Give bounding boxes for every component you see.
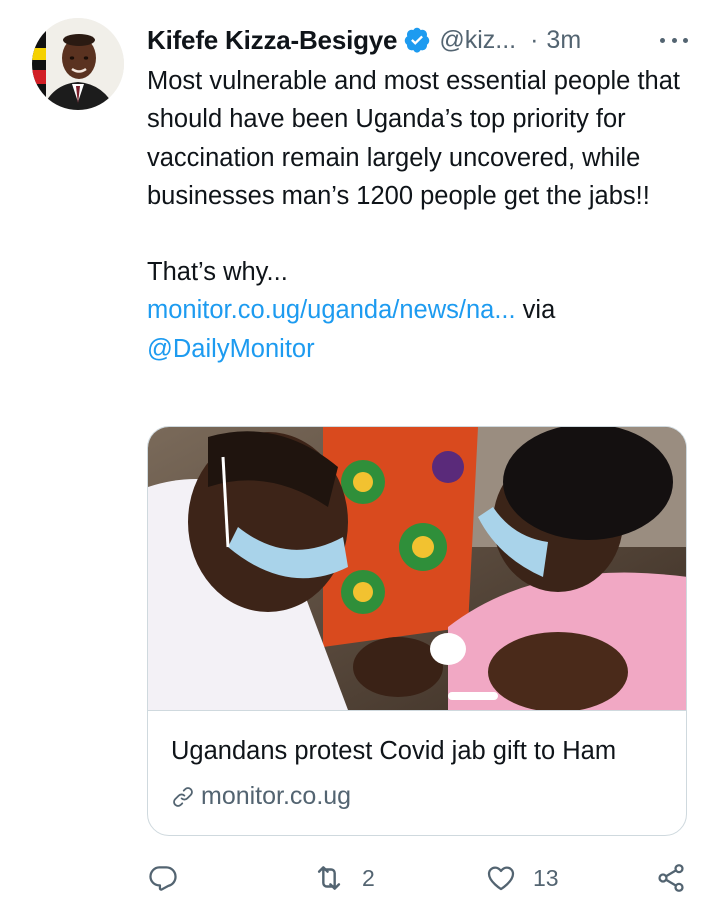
via-text: via (515, 296, 556, 325)
like-button[interactable]: 13 (485, 858, 559, 898)
card-domain-text: monitor.co.ug (201, 782, 352, 810)
verified-badge-icon (403, 26, 431, 54)
link-icon (173, 786, 193, 807)
reply-button[interactable] (147, 858, 195, 898)
timestamp[interactable]: 3m (546, 26, 581, 55)
share-button[interactable] (655, 858, 687, 898)
tweet[interactable]: Kifefe Kizza-Besigye @kiz... · 3m Most v… (0, 0, 720, 915)
tweet-header: Kifefe Kizza-Besigye @kiz... · 3m (147, 22, 692, 58)
retweet-button[interactable]: 2 (312, 858, 375, 898)
tweet-link-line: monitor.co.ug/uganda/news/na... via (147, 291, 697, 329)
link-preview-card[interactable]: Ugandans protest Covid jab gift to Ham m… (147, 426, 687, 836)
retweet-count: 2 (362, 864, 375, 891)
like-icon (487, 866, 515, 891)
mention-link[interactable]: @DailyMonitor (147, 335, 315, 363)
article-link[interactable]: monitor.co.ug/uganda/news/na... (147, 296, 516, 324)
author-name[interactable]: Kifefe Kizza-Besigye (147, 25, 398, 56)
share-icon (658, 864, 684, 892)
tweet-text: Most vulnerable and most essential peopl… (147, 62, 697, 368)
separator-dot: · (530, 25, 539, 54)
tweet-text-paragraph: Most vulnerable and most essential peopl… (147, 67, 680, 210)
reply-icon (149, 866, 177, 891)
tweet-text-paragraph-2: That’s why... (147, 258, 288, 287)
avatar[interactable] (32, 18, 124, 110)
card-domain: monitor.co.ug (171, 782, 351, 811)
author-handle[interactable]: @kiz... (439, 26, 516, 55)
retweet-icon (317, 866, 341, 890)
like-count: 13 (533, 864, 559, 891)
more-options-icon[interactable] (656, 26, 692, 54)
tweet-actions: 2 13 (147, 858, 697, 898)
card-image[interactable] (148, 427, 686, 710)
card-body[interactable]: Ugandans protest Covid jab gift to Ham m… (148, 710, 686, 835)
card-title[interactable]: Ugandans protest Covid jab gift to Ham (171, 737, 616, 766)
